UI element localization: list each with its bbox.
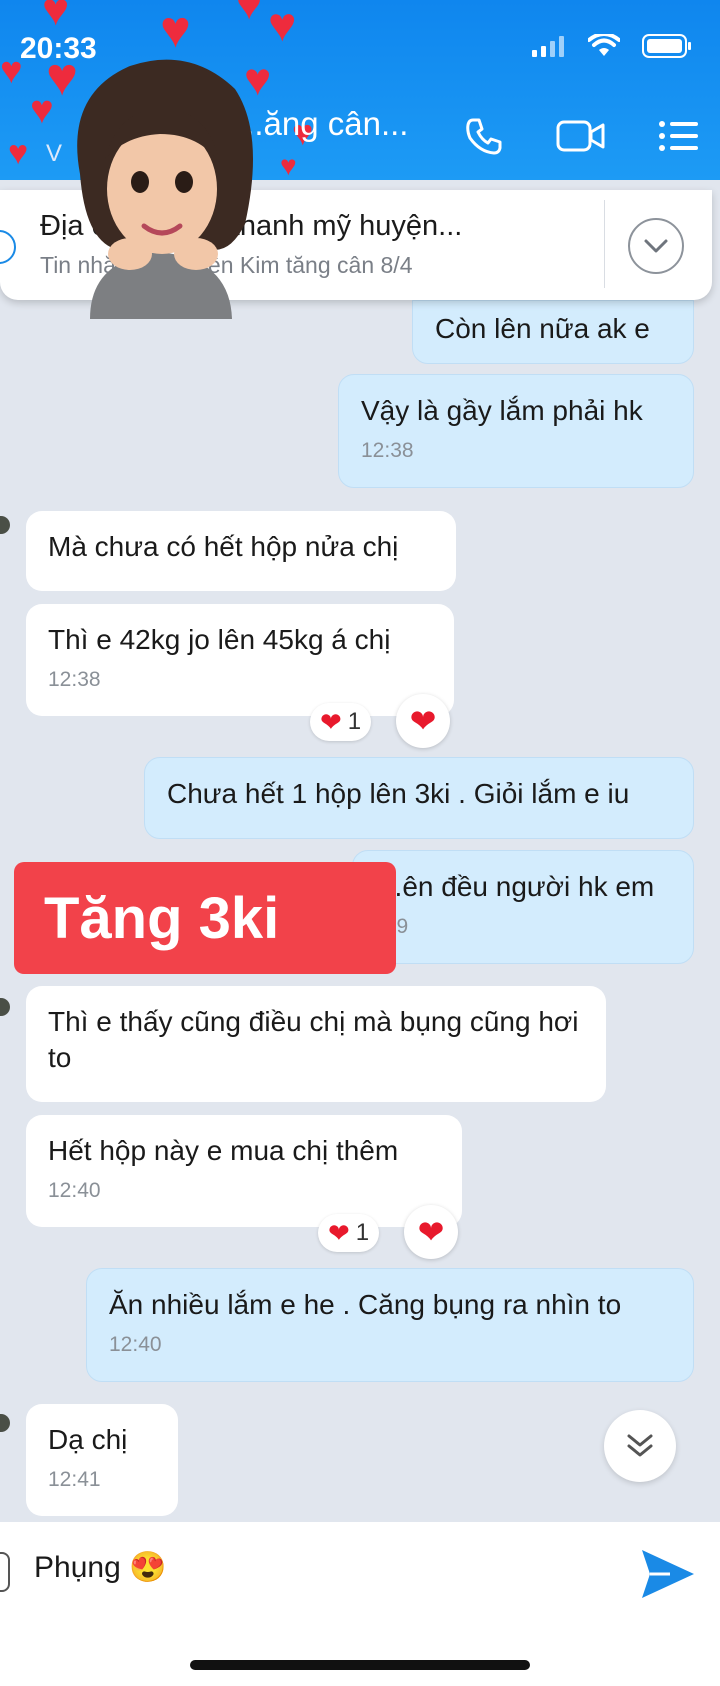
chevron-down-icon[interactable] (628, 218, 684, 274)
message-time: :39 (379, 915, 671, 939)
wifi-icon (588, 34, 620, 56)
reaction-summary[interactable]: ❤ 1 (310, 703, 372, 741)
heart-icon: ❤ (320, 707, 342, 737)
status-icons (532, 34, 692, 58)
sender-avatar (0, 516, 10, 534)
message-input[interactable] (34, 1550, 554, 1584)
sender-avatar (0, 1414, 10, 1432)
message-time: 12:40 (109, 1333, 162, 1356)
home-indicator (190, 1660, 530, 1670)
heart-icon: ❤ (409, 703, 437, 739)
header-actions (464, 116, 698, 156)
message-time: 12:41 (48, 1468, 101, 1491)
double-chevron-down-icon (627, 1434, 653, 1457)
heart-icon: ❤ (328, 1218, 350, 1248)
message-bubble-outgoing[interactable]: ...ên đều người hk em :39 (352, 850, 694, 964)
pin-icon (0, 230, 16, 264)
message-text: Thì e thấy cũng điều chị mà bụng cũng hơ… (48, 1006, 579, 1073)
memoji-sticker (77, 59, 253, 319)
message-time: 12:38 (48, 668, 101, 691)
message-text: Còn lên nữa ak e (435, 313, 650, 344)
message-bubble-incoming[interactable]: Thì e thấy cũng điều chị mà bụng cũng hơ… (26, 986, 606, 1102)
message-bubble-outgoing[interactable]: Ăn nhiều lắm e he . Căng bụng ra nhìn to… (86, 1268, 694, 1382)
sender-avatar (0, 998, 10, 1016)
signal-icon (532, 36, 564, 57)
message-text: ...ên đều người hk em (379, 871, 655, 902)
message-bubble-incoming[interactable]: Hết hộp này e mua chị thêm 12:40 (26, 1115, 462, 1227)
reaction-count: 1 (347, 708, 362, 735)
message-text: Vậy là gầy lắm phải hk (361, 395, 643, 426)
phone-icon[interactable] (464, 116, 504, 156)
overlay-caption: Tăng 3ki (14, 862, 396, 974)
message-text: Ăn nhiều lắm e he . Căng bụng ra nhìn to (109, 1289, 622, 1320)
message-text: Thì e 42kg jo lên 45kg á chị (48, 624, 391, 655)
reaction-count: 1 (355, 1219, 370, 1246)
react-button[interactable]: ❤ (404, 1205, 458, 1259)
message-text: Mà chưa có hết hộp nửa chị (48, 531, 399, 562)
reaction-summary[interactable]: ❤ 1 (318, 1214, 380, 1252)
menu-icon[interactable] (658, 119, 698, 153)
message-bubble-outgoing[interactable]: Vậy là gầy lắm phải hk 12:38 (338, 374, 694, 488)
message-time: 12:40 (48, 1179, 101, 1202)
divider (604, 200, 605, 288)
battery-icon (642, 34, 691, 58)
message-bubble-incoming[interactable]: Mà chưa có hết hộp nửa chị (26, 511, 456, 591)
message-bubble-outgoing[interactable]: Còn lên nữa ak e (412, 300, 694, 364)
send-icon[interactable] (640, 1548, 696, 1600)
message-bubble-outgoing[interactable]: Chưa hết 1 hộp lên 3ki . Giỏi lắm e iu (144, 757, 694, 839)
heart-icon: ❤ (417, 1214, 445, 1250)
scroll-to-bottom-button[interactable] (604, 1410, 676, 1482)
message-bubble-incoming[interactable]: Dạ chị 12:41 (26, 1404, 178, 1516)
react-button[interactable]: ❤ (396, 694, 450, 748)
chat-title[interactable]: ...ăng cân... (236, 105, 408, 143)
message-text: Chưa hết 1 hộp lên 3ki . Giỏi lắm e iu (167, 778, 630, 809)
message-time: 12:38 (361, 439, 414, 462)
message-text: Dạ chị (48, 1424, 128, 1455)
message-bubble-incoming[interactable]: Thì e 42kg jo lên 45kg á chị 12:38 (26, 604, 454, 716)
emoji-sticker-button[interactable] (0, 1552, 10, 1592)
message-text: Hết hộp này e mua chị thêm (48, 1135, 399, 1166)
video-call-icon[interactable] (556, 118, 606, 154)
